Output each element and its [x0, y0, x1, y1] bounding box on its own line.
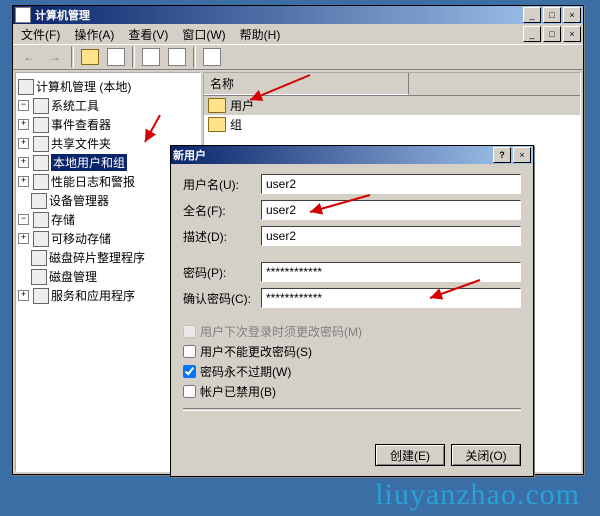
tree-root[interactable]: 计算机管理 (本地): [18, 77, 198, 96]
mdi-minimize-button[interactable]: _: [523, 26, 541, 42]
menu-file[interactable]: 文件(F): [15, 24, 66, 45]
label-description: 描述(D):: [183, 228, 261, 245]
list-row-users[interactable]: 用户: [204, 96, 580, 115]
toolbar: [13, 44, 583, 70]
toolbar-separator: [71, 46, 74, 68]
dialog-separator: [183, 408, 521, 411]
main-title: 计算机管理: [35, 7, 523, 23]
refresh-button[interactable]: [165, 45, 189, 69]
properties-button[interactable]: [104, 45, 128, 69]
label-confirm-password: 确认密码(C):: [183, 290, 261, 307]
menu-help[interactable]: 帮助(H): [234, 24, 287, 45]
tree-event-viewer[interactable]: +事件查看器: [18, 115, 198, 134]
confirm-password-field[interactable]: [261, 288, 521, 308]
checkbox-cannot-change[interactable]: 用户不能更改密码(S): [183, 343, 521, 360]
export-button[interactable]: [139, 45, 163, 69]
help-button[interactable]: [200, 45, 224, 69]
checkbox-never-expire[interactable]: 密码永不过期(W): [183, 363, 521, 380]
toolbar-separator: [193, 46, 196, 68]
dialog-title: 新用户: [173, 147, 493, 163]
create-button[interactable]: 创建(E): [375, 444, 445, 466]
maximize-button[interactable]: □: [543, 7, 561, 23]
dialog-titlebar[interactable]: 新用户 ? ×: [171, 146, 533, 164]
new-user-dialog: 新用户 ? × 用户名(U): 全名(F): 描述(D): 密码(P): 确认密…: [170, 145, 534, 477]
app-icon: [15, 7, 31, 23]
menu-window[interactable]: 窗口(W): [176, 24, 231, 45]
mdi-close-button[interactable]: ×: [563, 26, 581, 42]
tree-system-tools[interactable]: −系统工具: [18, 96, 198, 115]
menubar: 文件(F) 操作(A) 查看(V) 窗口(W) 帮助(H) _ □ ×: [13, 24, 583, 44]
label-password: 密码(P):: [183, 264, 261, 281]
mdi-restore-button[interactable]: □: [543, 26, 561, 42]
close-dialog-button[interactable]: 关闭(O): [451, 444, 521, 466]
watermark-url: liuyanzhao.com: [375, 478, 580, 512]
fullname-field[interactable]: [261, 200, 521, 220]
column-name[interactable]: 名称: [204, 73, 409, 95]
folder-icon: [208, 117, 226, 132]
close-button[interactable]: ×: [563, 7, 581, 23]
list-header[interactable]: 名称: [204, 73, 580, 96]
label-username: 用户名(U):: [183, 176, 261, 193]
main-titlebar[interactable]: 计算机管理 _ □ ×: [13, 6, 583, 24]
checkbox-account-disabled[interactable]: 帐户已禁用(B): [183, 383, 521, 400]
menu-action[interactable]: 操作(A): [68, 24, 120, 45]
username-field[interactable]: [261, 174, 521, 194]
password-field[interactable]: [261, 262, 521, 282]
toolbar-separator: [132, 46, 135, 68]
forward-button[interactable]: [43, 45, 67, 69]
folder-icon: [208, 98, 226, 113]
description-field[interactable]: [261, 226, 521, 246]
menu-view[interactable]: 查看(V): [122, 24, 174, 45]
label-fullname: 全名(F):: [183, 202, 261, 219]
dialog-close-button[interactable]: ×: [513, 147, 531, 163]
dialog-help-button[interactable]: ?: [493, 147, 511, 163]
back-button[interactable]: [17, 45, 41, 69]
checkbox-must-change: 用户下次登录时须更改密码(M): [183, 323, 521, 340]
minimize-button[interactable]: _: [523, 7, 541, 23]
list-row-groups[interactable]: 组: [204, 115, 580, 134]
up-button[interactable]: [78, 45, 102, 69]
